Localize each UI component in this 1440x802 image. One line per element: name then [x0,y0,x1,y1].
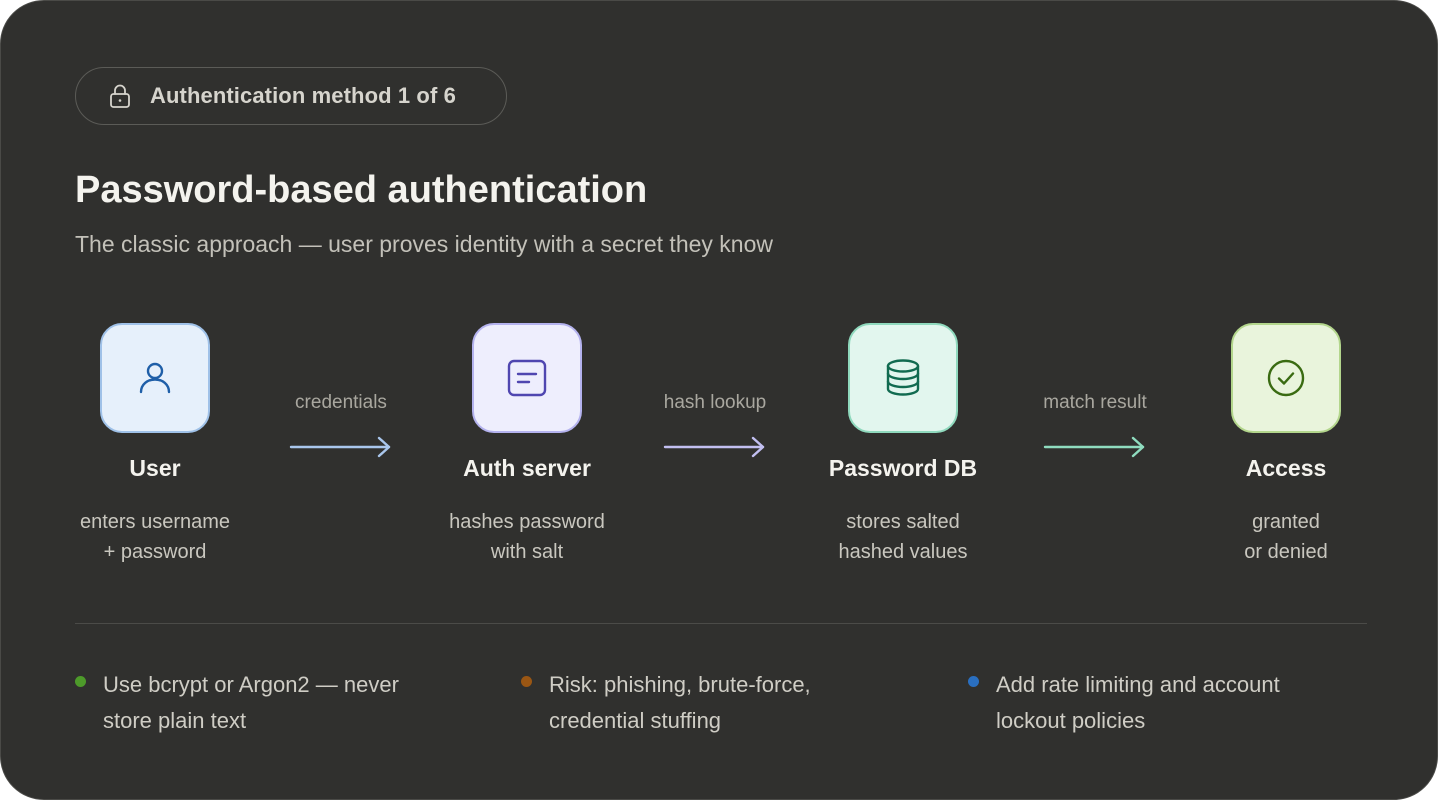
note-best-practice: Use bcrypt or Argon2 — never store plain… [75,669,435,739]
note-text: Use bcrypt or Argon2 — never store plain… [103,667,399,739]
method-badge: Authentication method 1 of 6 [75,67,507,125]
node-label: Access [1245,455,1327,481]
page-subtitle: The classic approach — user proves ident… [75,231,773,257]
node-tile [472,323,582,433]
auth-method-card: Authentication method 1 of 6 Password-ba… [0,0,1438,800]
flow-node-password-db: Password DB stores salted hashed values [773,323,1033,567]
flow-edge-hash-lookup: hash lookup [635,389,795,459]
node-tile [1231,323,1341,433]
arrow-right-icon [1043,436,1145,458]
check-circle-icon [1267,359,1305,397]
edge-label: match result [1043,392,1147,413]
method-badge-label: Authentication method 1 of 6 [150,83,456,108]
note-line: lockout policies [996,708,1146,733]
note-mitigation: Add rate limiting and account lockout po… [968,669,1328,739]
node-tile [848,323,958,433]
node-label: User [129,455,181,481]
server-icon [507,359,547,397]
edge-label: hash lookup [663,392,767,413]
flow-node-user: User enters username + password [25,323,285,567]
flow-node-access: Access granted or denied [1156,323,1416,567]
database-icon [886,359,920,396]
node-tile [100,323,210,433]
note-line: Add rate limiting and account [996,672,1280,697]
flow-node-auth-server: Auth server hashes password with salt [397,323,657,567]
node-description-line: stores salted [846,511,960,533]
node-description-line: hashed values [838,541,968,563]
node-description-line: + password [103,541,207,563]
node-description-line: granted [1252,511,1320,533]
node-description: enters username + password [25,507,285,567]
note-line: Use bcrypt or Argon2 — never [103,672,399,697]
node-label: Auth server [463,455,591,481]
node-description: stores salted hashed values [773,507,1033,567]
note-risk: Risk: phishing, brute-force, credential … [521,669,881,739]
blue-dot-icon [968,676,979,687]
node-description: granted or denied [1156,507,1416,567]
note-text: Add rate limiting and account lockout po… [996,667,1280,739]
node-description-line: enters username [79,511,231,533]
note-line: store plain text [103,708,247,733]
arrow-right-icon [289,436,391,458]
orange-dot-icon [521,676,532,687]
section-divider [75,623,1367,624]
node-description-line: hashes password [449,511,605,533]
note-line: Risk: phishing, brute-force, [549,672,811,697]
note-text: Risk: phishing, brute-force, credential … [549,667,811,739]
green-dot-icon [75,676,86,687]
page-title: Password-based authentication [75,169,648,211]
flow-edge-match-result: match result [1015,389,1175,459]
arrow-right-icon [663,436,765,458]
node-label: Password DB [828,455,978,481]
node-description-line: or denied [1244,541,1328,563]
node-description: hashes password with salt [397,507,657,567]
note-line: credential stuffing [549,708,722,733]
user-icon [139,362,171,394]
lock-icon [106,82,134,110]
node-description-line: with salt [490,541,564,563]
